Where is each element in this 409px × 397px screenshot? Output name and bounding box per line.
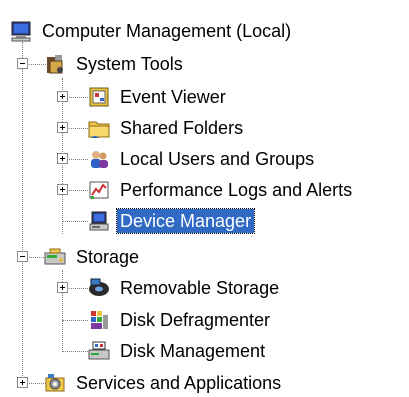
shared-folder-icon [88, 117, 110, 139]
event-viewer-icon [88, 86, 110, 108]
tree-node-system-tools[interactable]: System Tools [44, 50, 186, 78]
disk-management-icon [88, 340, 110, 362]
tree-node-label: Shared Folders [120, 118, 244, 138]
tree-node-label: Disk Defragmenter [120, 310, 271, 330]
tree-node-event-viewer[interactable]: Event Viewer [88, 83, 229, 111]
tree-node-label: Performance Logs and Alerts [120, 180, 353, 200]
removable-storage-icon [88, 277, 110, 299]
expand-services-apps-toggle[interactable] [17, 377, 28, 388]
tree-line [62, 221, 88, 222]
tree-node-shared-folders[interactable]: Shared Folders [88, 114, 246, 142]
expand-perf-logs-toggle[interactable] [57, 184, 68, 195]
tree-node-removable-storage[interactable]: Removable Storage [88, 274, 282, 302]
expand-local-users-toggle[interactable] [57, 153, 68, 164]
tree-node-label: Removable Storage [120, 278, 280, 298]
tree-node-label: Storage [76, 247, 140, 267]
collapse-storage-toggle[interactable] [17, 251, 28, 262]
tree-node-disk-management[interactable]: Disk Management [88, 337, 268, 365]
tree-line [62, 351, 88, 352]
performance-icon [88, 179, 110, 201]
services-applications-icon [44, 372, 66, 394]
storage-icon [44, 246, 66, 268]
system-tools-icon [44, 53, 66, 75]
device-manager-icon [88, 210, 110, 232]
tree-node-storage[interactable]: Storage [44, 243, 142, 271]
expand-event-viewer-toggle[interactable] [57, 91, 68, 102]
defragmenter-icon [88, 309, 110, 331]
collapse-system-tools-toggle[interactable] [17, 58, 28, 69]
tree-node-device-manager[interactable]: Device Manager [88, 207, 256, 235]
tree-node-local-users[interactable]: Local Users and Groups [88, 145, 317, 173]
tree-node-label: Computer Management (Local) [42, 21, 292, 41]
tree-node-label: Local Users and Groups [120, 149, 315, 169]
tree-node-disk-defragmenter[interactable]: Disk Defragmenter [88, 306, 273, 334]
tree-line [62, 320, 88, 321]
computer-icon [10, 20, 32, 42]
tree-node-label: Event Viewer [120, 87, 226, 107]
tree-line [22, 42, 23, 384]
users-icon [88, 148, 110, 170]
tree-node-label: Services and Applications [76, 373, 282, 393]
tree-node-label: System Tools [76, 54, 183, 74]
expand-shared-folders-toggle[interactable] [57, 122, 68, 133]
tree-node-services-applications[interactable]: Services and Applications [44, 369, 284, 397]
expand-removable-storage-toggle[interactable] [57, 282, 68, 293]
tree-node-perf-logs[interactable]: Performance Logs and Alerts [88, 176, 355, 204]
tree-node-label: Device Manager [115, 208, 256, 234]
tree-node-label: Disk Management [120, 341, 266, 361]
console-tree: Computer Management (Local) System Tools… [0, 0, 409, 394]
tree-node-computer-management[interactable]: Computer Management (Local) [10, 17, 294, 45]
